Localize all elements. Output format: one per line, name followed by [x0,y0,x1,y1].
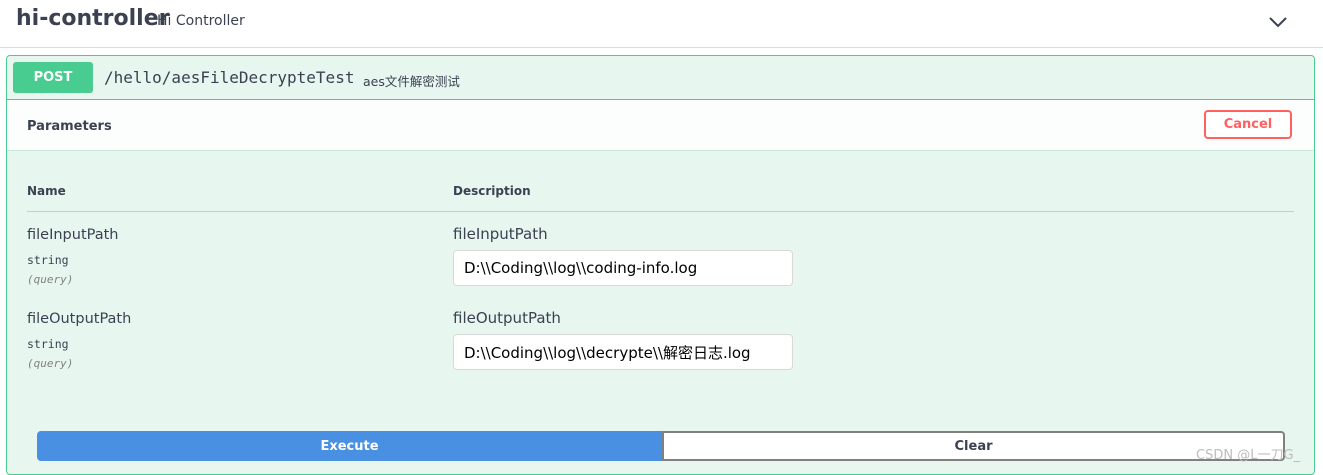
file-input-path-field[interactable] [453,250,793,286]
param-location: (query) [27,273,74,286]
column-header-name: Name [27,184,66,198]
operation-block: POST /hello/aesFileDecrypteTest aes文件解密测… [6,55,1315,475]
param-location: (query) [27,357,74,370]
param-input-label: fileOutputPath [453,309,561,327]
tag-title[interactable]: hi-controller [16,6,169,31]
cancel-button[interactable]: Cancel [1204,110,1292,139]
table-divider [27,211,1294,212]
param-name: fileOutputPath [27,311,132,327]
param-type: string [27,337,69,351]
execute-button[interactable]: Execute [37,431,662,461]
operation-path: /hello/aesFileDecrypteTest [104,68,355,87]
tag-description: Hi Controller [157,13,245,29]
watermark: CSDN @L一刀G_ [1196,448,1301,463]
method-badge: POST [13,62,93,93]
param-input-label: fileInputPath [453,225,548,243]
operation-summary[interactable]: POST /hello/aesFileDecrypteTest aes文件解密测… [7,56,1314,100]
param-type: string [27,253,69,267]
file-output-path-field[interactable] [453,334,793,370]
operation-summary-text: aes文件解密测试 [363,74,460,89]
clear-button[interactable]: Clear [662,431,1285,461]
parameters-title: Parameters [27,119,112,134]
param-name: fileInputPath [27,227,119,243]
tag-header[interactable]: hi-controller Hi Controller [0,0,1323,48]
column-header-description: Description [453,184,531,198]
chevron-down-icon[interactable] [1266,12,1290,32]
parameters-header: Parameters Cancel [7,100,1314,151]
